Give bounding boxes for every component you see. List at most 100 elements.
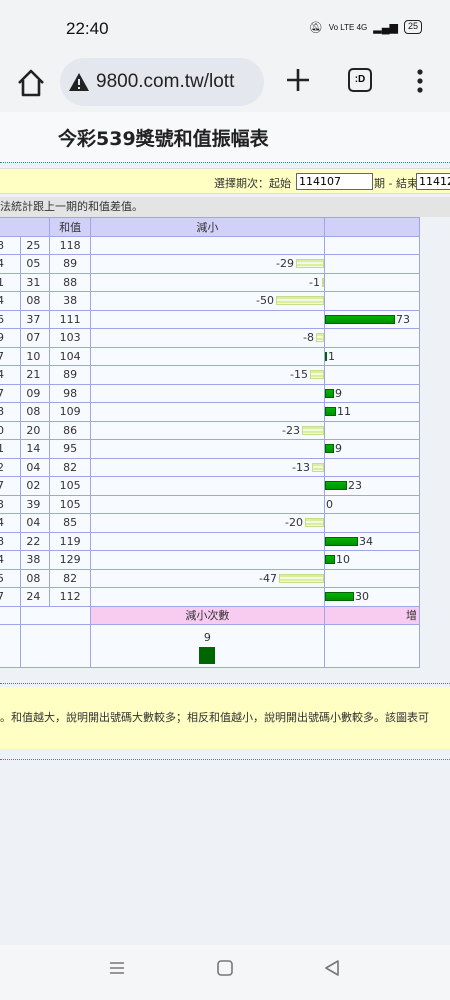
sum-cell: 89 [49, 254, 91, 274]
decrease-bar-group: -50 [256, 294, 324, 307]
increase-bar-group: 9 [325, 386, 342, 400]
increase-bar [325, 444, 334, 453]
number-cell: 3 [0, 494, 22, 514]
period-selector: 選擇期次：起始 114107 期 - 結束 11412 [0, 168, 450, 194]
increase-bar [325, 481, 347, 490]
period-end-input[interactable]: 11412 [416, 173, 450, 190]
increase-cell [324, 568, 420, 588]
summary-blank [20, 624, 91, 668]
number-cell: 22 [20, 531, 51, 551]
table-row: 1 14 95 9 [0, 439, 420, 459]
number-cell: 7 [0, 383, 22, 403]
increase-cell [324, 365, 420, 385]
home-nav-icon[interactable] [216, 959, 234, 977]
period-start-label: 選擇期次：起始 [214, 177, 291, 190]
decrease-value: -13 [292, 460, 310, 474]
table-row: 7 02 105 23 [0, 476, 420, 496]
decrease-cell [89, 531, 326, 551]
table-row: 4 08 38 -50 [0, 291, 420, 311]
period-start-input[interactable]: 114107 [296, 173, 373, 190]
number-cell: 4 [0, 254, 22, 274]
number-cell: 31 [20, 272, 51, 292]
number-cell: 4 [0, 550, 22, 570]
decrease-value: -20 [285, 516, 303, 529]
decrease-cell: -8 [89, 328, 326, 348]
number-cell: 4 [0, 513, 22, 533]
decrease-bar [310, 370, 324, 379]
status-time: 22:40 [66, 19, 109, 38]
increase-value: 10 [336, 553, 350, 566]
number-cell: 10 [20, 346, 51, 366]
new-tab-icon[interactable] [282, 64, 314, 96]
increase-value: 34 [359, 534, 373, 548]
decrease-cell: -1 [89, 272, 326, 292]
back-icon[interactable] [323, 959, 341, 977]
number-cell: 25 [20, 235, 51, 255]
number-cell: 08 [20, 568, 51, 588]
number-cell: 8 [0, 402, 22, 422]
table-header: 和值 減小 [0, 217, 420, 237]
table-row: 7 24 112 30 [0, 587, 420, 607]
table-row: 8 25 118 [0, 235, 420, 255]
number-cell: 20 [20, 420, 51, 440]
number-cell: 04 [20, 513, 51, 533]
decrease-bar-group: -1 [309, 276, 324, 289]
table-row: 2 04 82 -13 [0, 457, 420, 477]
decrease-cell: -23 [89, 420, 326, 440]
table-row: 6 37 111 73 [0, 309, 420, 329]
sum-cell: 82 [49, 568, 91, 588]
description-box: 。和值越大，說明開出號碼大數較多；相反和值越小，說明開出號碼小數較多。該圖表可 [0, 687, 450, 749]
decrease-bar [276, 296, 324, 305]
table-row: 3 39 105 0 [0, 494, 420, 514]
divider [0, 683, 450, 684]
number-cell: 8 [0, 531, 22, 551]
number-cell: 09 [20, 383, 51, 403]
decrease-cell: -29 [89, 254, 326, 274]
period-end-label: 期 - 結束 [374, 177, 418, 190]
table-row: 4 05 89 -29 [0, 254, 420, 274]
address-bar[interactable]: 9800.com.tw/lott [60, 58, 264, 106]
decrease-cell [89, 494, 326, 514]
number-cell: 38 [20, 550, 51, 570]
decrease-bar [316, 333, 324, 342]
table-row: 9 07 103 -8 [0, 328, 420, 348]
sum-cell: 98 [49, 383, 91, 403]
table-row: 8 08 109 11 [0, 402, 420, 422]
number-cell: 04 [20, 457, 51, 477]
sum-amplitude-table: 和值 減小 8 25 118 4 05 89 -29 1 31 88 -1 4 08 38 -50 6 37 11… [0, 217, 420, 668]
table-row: 1 31 88 -1 [0, 272, 420, 292]
summary-blank [20, 605, 91, 625]
decrease-bar-group: -47 [259, 572, 324, 585]
increase-cell: 10 [324, 550, 420, 570]
warning-icon[interactable] [68, 72, 90, 92]
increase-value: 9 [335, 386, 342, 400]
decrease-cell: -13 [89, 457, 326, 477]
divider [0, 759, 450, 760]
header-sum: 和值 [49, 217, 91, 237]
increase-bar-group: 34 [325, 534, 373, 548]
sum-cell: 103 [49, 328, 91, 348]
home-icon[interactable] [14, 66, 48, 100]
tab-switcher-button[interactable]: :D [348, 68, 372, 92]
number-cell: 08 [20, 291, 51, 311]
increase-value: 30 [355, 590, 369, 603]
overflow-menu-icon[interactable] [410, 68, 430, 94]
number-cell: 24 [20, 587, 51, 607]
table-row: 8 22 119 34 [0, 531, 420, 551]
increase-value: 73 [396, 312, 410, 326]
number-cell: 02 [20, 476, 51, 496]
number-cell: 4 [0, 365, 22, 385]
table-row: 4 04 85 -20 [0, 513, 420, 533]
increase-value: 0 [326, 497, 333, 511]
recent-apps-icon[interactable] [108, 959, 126, 977]
sum-cell: 112 [49, 587, 91, 607]
decrease-cell [89, 346, 326, 366]
increase-bar-group: 1 [325, 350, 335, 363]
sum-cell: 86 [49, 420, 91, 440]
sum-cell: 105 [49, 476, 91, 496]
increase-cell [324, 254, 420, 274]
summary-blank [0, 605, 22, 625]
decrease-cell [89, 550, 326, 570]
increase-cell: 1 [324, 346, 420, 366]
number-cell: 1 [0, 272, 22, 292]
